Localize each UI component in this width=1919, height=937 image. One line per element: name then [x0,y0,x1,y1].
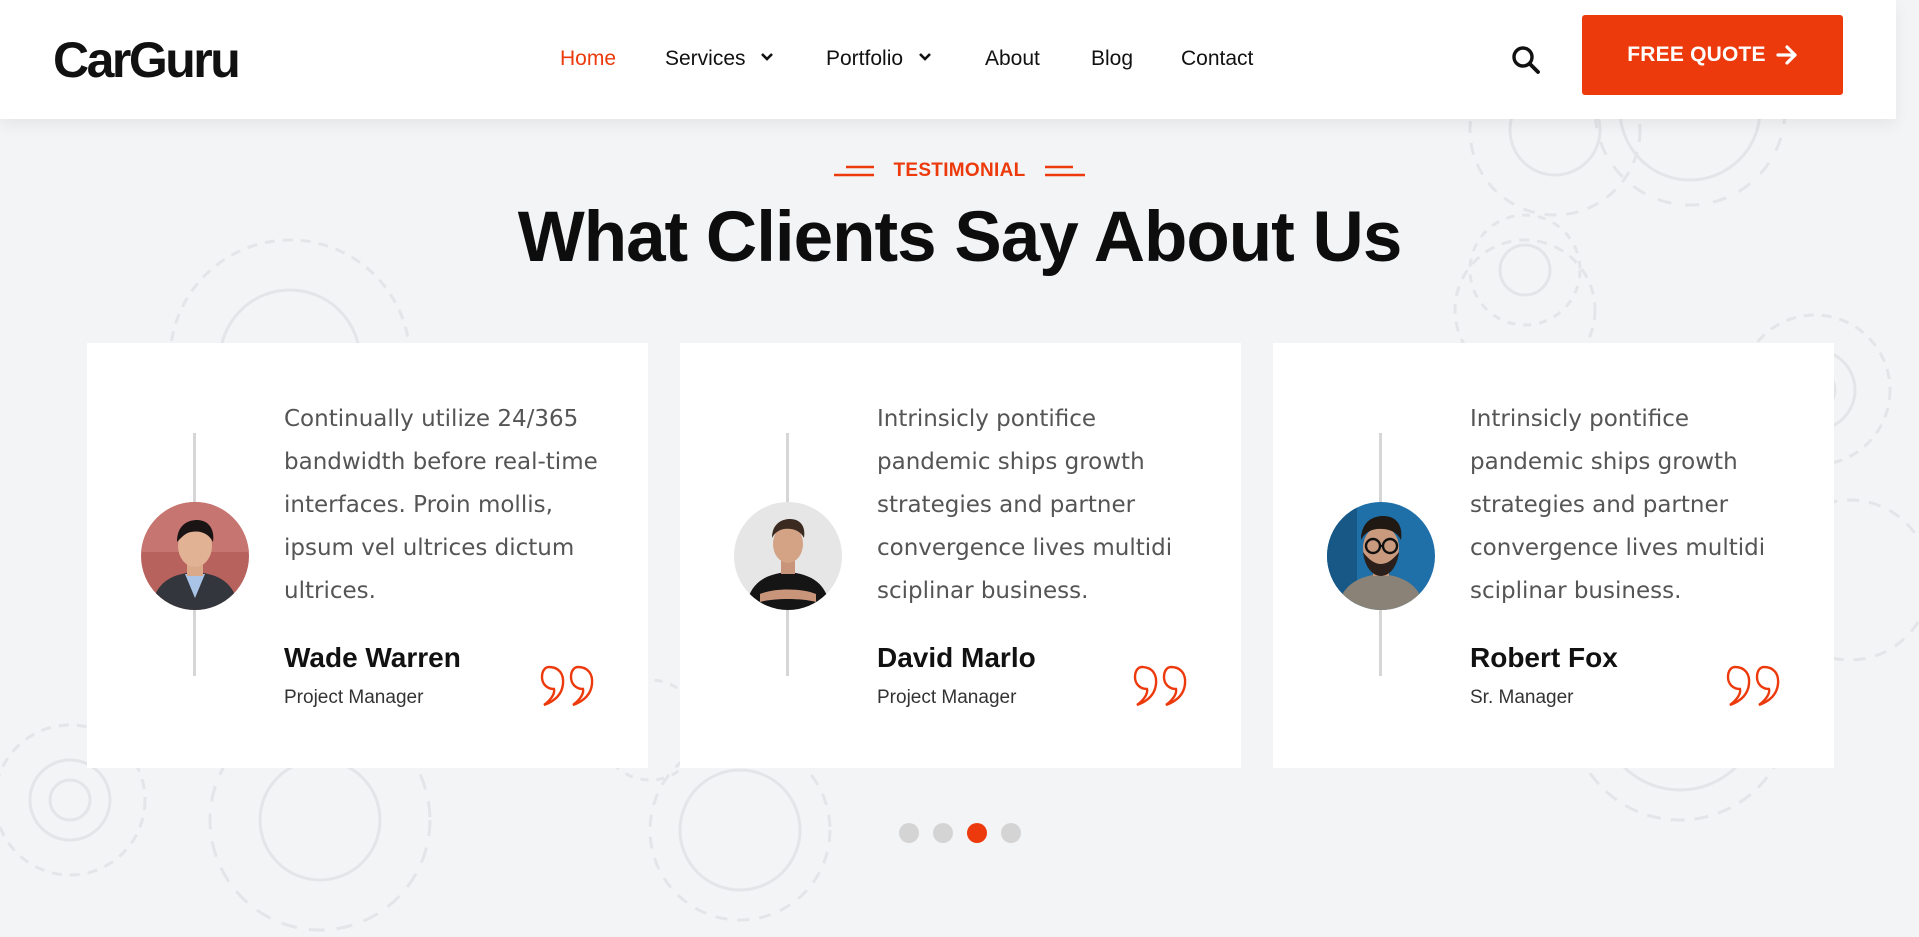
pagination-dot[interactable] [932,823,953,843]
nav-item-services[interactable]: Services [665,44,774,74]
nav-item-contact[interactable]: Contact [1181,44,1253,74]
search-button[interactable] [1510,44,1542,76]
section-title: What Clients Say About Us [517,198,1403,277]
nav-item-portfolio[interactable]: Portfolio [826,44,932,74]
free-quote-label: FREE QUOTE [1627,43,1766,66]
testimonial-text: Continually utilize 24/365 bandwidth bef… [284,406,598,604]
quote-icon [1133,665,1187,707]
avatar [734,502,842,610]
nav-item-home[interactable]: Home [560,44,616,74]
section-eyebrow: TESTIMONIAL [0,157,1919,185]
arrow-right-icon [1776,45,1797,65]
quote-icon [540,665,594,707]
testimonial-text: Intrinsicly pontifice pandemic ships gro… [1470,406,1766,604]
nav-item-label: Services [665,47,746,70]
nav-item-label: Blog [1091,47,1134,70]
eyebrow-label: TESTIMONIAL [893,160,1026,181]
carousel-pagination [0,823,1919,843]
testimonial-role: Sr. Manager [1470,687,1574,708]
pagination-dot[interactable] [966,823,987,843]
eyebrow-lines-left-icon [833,165,874,177]
free-quote-button[interactable]: FREE QUOTE [1582,15,1843,95]
testimonial-card: Intrinsicly pontifice pandemic ships gro… [1273,343,1834,768]
pagination-dot[interactable] [898,823,919,843]
chevron-down-icon [918,53,931,62]
search-icon [1512,46,1540,74]
avatar [1327,502,1435,610]
chevron-down-icon [761,53,774,62]
testimonial-text: Intrinsicly pontifice pandemic ships gro… [877,406,1173,604]
logo[interactable]: CarGuru [53,30,241,90]
nav-item-label: Home [560,47,617,70]
testimonial-role: Project Manager [284,687,424,708]
nav-item-label: Portfolio [826,47,904,70]
testimonial-role: Project Manager [877,687,1017,708]
site-header: CarGuru Home Services Portfolio About Bl… [0,0,1896,119]
testimonial-name: David Marlo [877,642,1036,673]
avatar [141,502,249,610]
testimonial-card: Intrinsicly pontifice pandemic ships gro… [680,343,1241,768]
nav-item-about[interactable]: About [985,44,1040,74]
testimonial-name: Wade Warren [284,642,461,673]
eyebrow-lines-right-icon [1045,165,1086,177]
nav-item-label: Contact [1181,47,1254,70]
quote-icon [1726,665,1780,707]
nav-item-blog[interactable]: Blog [1091,44,1133,74]
testimonial-name: Robert Fox [1470,642,1618,673]
pagination-dot[interactable] [1000,823,1021,843]
nav-item-label: About [985,47,1040,70]
testimonial-card: Continually utilize 24/365 bandwidth bef… [87,343,648,768]
